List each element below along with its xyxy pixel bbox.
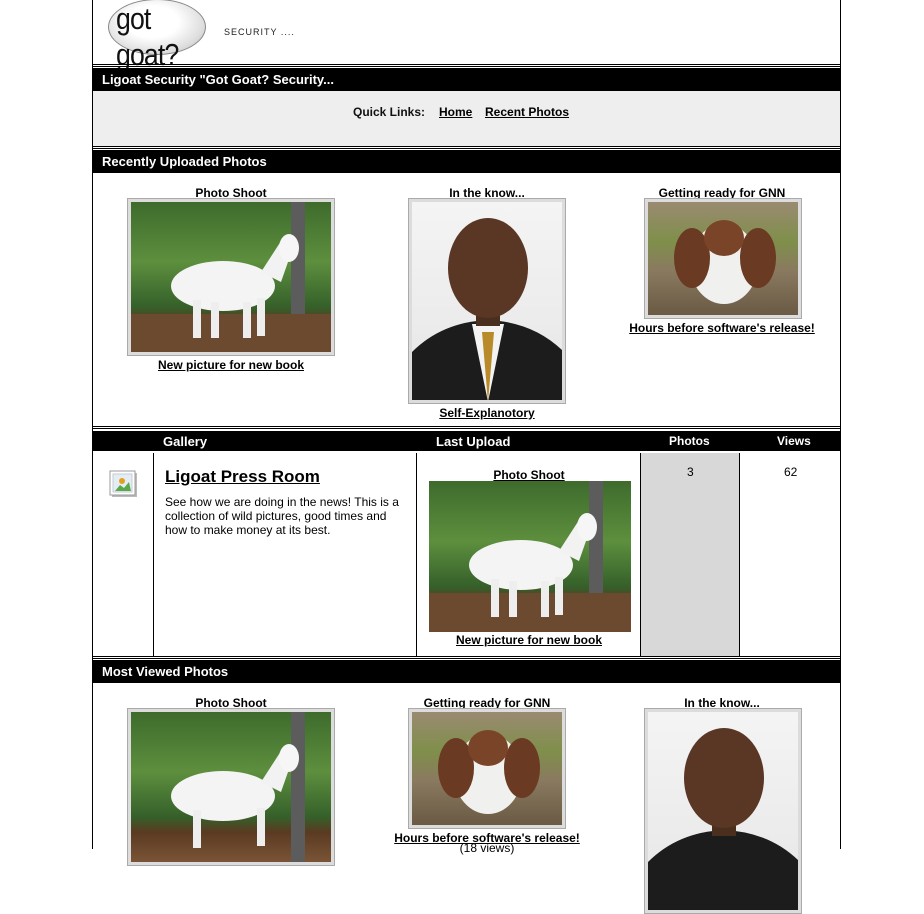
man-portrait-photo: [412, 202, 562, 400]
divider: [93, 426, 840, 429]
divider: [93, 146, 840, 149]
last-upload-caption[interactable]: New picture for new book: [429, 631, 629, 649]
column-divider: [153, 453, 154, 656]
quick-links-panel: Quick Links: Home Recent Photos: [93, 91, 840, 146]
photos-column-bg: [641, 453, 739, 656]
quick-links-label: Quick Links:: [353, 105, 426, 119]
site-header: got goat? SECURITY ....: [93, 0, 840, 72]
last-upload-photo[interactable]: [429, 481, 631, 632]
recent-item-3-caption[interactable]: Hours before software's release!: [612, 319, 832, 337]
recent-photos-heading: Recently Uploaded Photos: [93, 150, 840, 173]
gallery-name-link[interactable]: Ligoat Press Room: [165, 467, 320, 487]
recent-item-2-photo[interactable]: [408, 198, 566, 404]
site-logo[interactable]: got goat?: [108, 0, 206, 72]
white-goat-photo: [131, 712, 331, 862]
column-divider: [416, 453, 417, 656]
brown-goat-photo: [412, 712, 562, 825]
page-container: got goat? SECURITY .... Ligoat Security …: [92, 0, 841, 914]
page-title-bar: Ligoat Security "Got Goat? Security...: [93, 68, 840, 91]
man-portrait-photo: [648, 712, 798, 910]
last-upload-column-header: Last Upload: [436, 434, 511, 449]
views-count: 62: [784, 465, 798, 479]
divider: [93, 656, 840, 659]
column-divider: [739, 453, 740, 656]
most-viewed-heading: Most Viewed Photos: [93, 660, 840, 683]
white-goat-photo: [131, 202, 331, 352]
recent-item-1-photo[interactable]: [127, 198, 335, 356]
recent-photos-link[interactable]: Recent Photos: [485, 105, 569, 119]
gallery-description: See how we are doing in the news! This i…: [165, 495, 399, 537]
most-viewed-item-2-photo[interactable]: [408, 708, 566, 829]
photos-count: 3: [687, 465, 694, 479]
gallery-table-header: Gallery Last Upload Photos Views: [93, 431, 840, 451]
recent-item-2-caption[interactable]: Self-Explanotory: [387, 404, 587, 422]
most-viewed-item-1-photo[interactable]: [127, 708, 335, 866]
divider: [93, 64, 840, 67]
most-viewed-item-3-photo[interactable]: [644, 708, 802, 914]
logo-text: got goat?: [116, 1, 179, 72]
gallery-image-icon[interactable]: [109, 470, 139, 498]
gallery-column-header: Gallery: [163, 434, 208, 449]
recent-item-1-caption[interactable]: New picture for new book: [131, 356, 331, 374]
most-viewed-item-2-views: (18 views): [459, 841, 515, 855]
column-divider: [640, 453, 641, 656]
home-link[interactable]: Home: [439, 105, 472, 119]
brown-goat-photo: [648, 202, 798, 315]
photos-column-header: Photos: [669, 434, 710, 448]
views-column-header: Views: [777, 434, 811, 448]
recent-item-3-photo[interactable]: [644, 198, 802, 319]
site-tagline: SECURITY ....: [224, 27, 295, 37]
white-goat-photo: [429, 481, 631, 632]
